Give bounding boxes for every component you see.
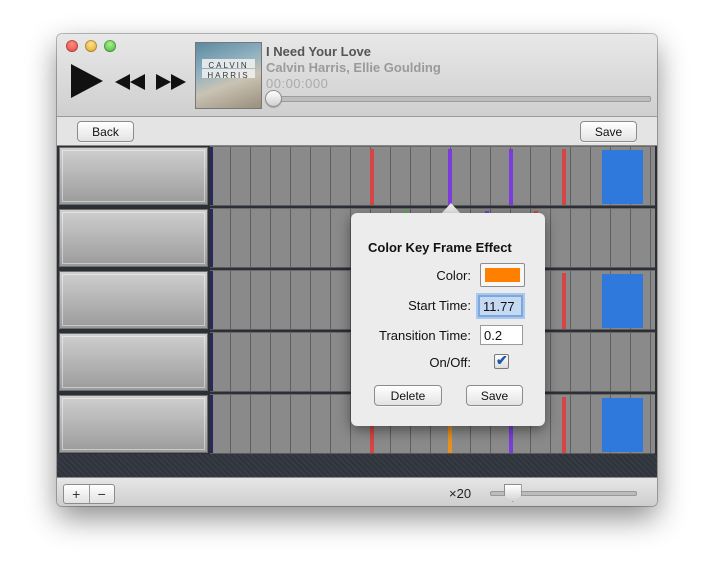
delete-button[interactable]: Delete — [374, 385, 442, 406]
effect-block[interactable] — [602, 274, 643, 328]
zoom-level-label: ×20 — [449, 486, 472, 501]
album-art-text: CALVIN — [208, 61, 249, 70]
save-button[interactable]: Save — [580, 121, 637, 142]
color-well[interactable] — [480, 263, 525, 287]
album-art: CALVIN HARRIS — [195, 42, 262, 109]
playback-progress-track[interactable] — [269, 96, 651, 102]
back-button[interactable]: Back — [77, 121, 134, 142]
close-window-button[interactable] — [66, 40, 78, 52]
effect-block[interactable] — [602, 398, 643, 452]
color-key-frame-popover: Color Key Frame Effect Color: Start Time… — [351, 213, 545, 426]
color-swatch — [485, 268, 520, 282]
color-label: Color: — [436, 268, 471, 283]
keyframe-marker[interactable] — [561, 397, 566, 453]
minimize-window-button[interactable] — [85, 40, 97, 52]
checkmark-icon: ✔ — [496, 352, 508, 368]
on-off-label: On/Off: — [429, 355, 471, 370]
effect-block[interactable] — [602, 150, 643, 204]
add-row-button[interactable]: + — [64, 485, 89, 503]
track-header[interactable] — [59, 209, 208, 267]
zoom-slider-knob[interactable] — [503, 484, 522, 502]
track-header[interactable] — [59, 147, 208, 205]
row-buttons: + − — [63, 484, 115, 504]
start-time-label: Start Time: — [408, 298, 471, 313]
start-time-field[interactable] — [478, 295, 523, 317]
transition-time-label: Transition Time: — [379, 328, 471, 343]
zoom-window-button[interactable] — [104, 40, 116, 52]
keyframe-marker[interactable] — [369, 149, 374, 205]
popover-title: Color Key Frame Effect — [368, 240, 512, 255]
album-art-text: HARRIS — [207, 71, 250, 80]
keyframe-marker[interactable] — [509, 149, 514, 205]
track-header[interactable] — [59, 395, 208, 453]
timeline-bottom-strip — [57, 454, 657, 477]
song-title: I Need Your Love — [266, 44, 371, 59]
playback-progress-knob[interactable] — [265, 90, 282, 107]
status-bar: + − ×20 — [57, 477, 657, 506]
track-header[interactable] — [59, 333, 208, 391]
on-off-checkbox[interactable]: ✔ — [494, 352, 509, 369]
fast-forward-icon[interactable] — [155, 72, 187, 92]
popover-save-button[interactable]: Save — [466, 385, 523, 406]
keyframe-marker[interactable] — [561, 273, 566, 329]
artist-name: Calvin Harris, Ellie Goulding — [266, 60, 441, 75]
play-icon[interactable] — [69, 62, 105, 100]
player-header: CALVIN HARRIS I Need Your Love Calvin Ha… — [57, 34, 657, 117]
keyframe-marker[interactable] — [448, 149, 453, 205]
toolbar: Back Save — [57, 117, 657, 146]
rewind-icon[interactable] — [114, 72, 146, 92]
track-lane[interactable] — [210, 146, 655, 206]
keyframe-marker[interactable] — [561, 149, 566, 205]
transition-time-field[interactable] — [480, 325, 523, 345]
track-row — [57, 146, 655, 206]
track-header[interactable] — [59, 271, 208, 329]
playback-time: 00:00:000 — [266, 76, 329, 91]
remove-row-button[interactable]: − — [88, 485, 115, 503]
